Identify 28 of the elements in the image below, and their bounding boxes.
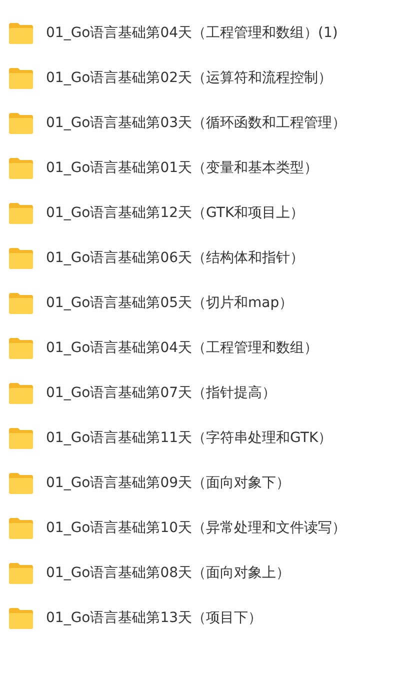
- folder-icon: [8, 516, 34, 540]
- folder-name[interactable]: 01_Go语言基础第12天（GTK和项目上）: [46, 202, 304, 224]
- folder-name[interactable]: 01_Go语言基础第06天（结构体和指针）: [46, 248, 304, 268]
- folder-name[interactable]: 01_Go语言基础第04天（工程管理和数组）(1): [46, 22, 338, 44]
- folder-icon: [8, 426, 34, 450]
- folder-name[interactable]: 01_Go语言基础第04天（工程管理和数组）: [46, 338, 318, 358]
- folder-icon: [8, 606, 34, 630]
- folder-icon: [8, 156, 34, 180]
- folder-name[interactable]: 01_Go语言基础第01天（变量和基本类型）: [46, 158, 318, 178]
- folder-icon: [8, 336, 34, 360]
- folder-name[interactable]: 01_Go语言基础第13天（项目下）: [46, 608, 262, 628]
- folder-icon: [8, 111, 34, 135]
- folder-name[interactable]: 01_Go语言基础第08天（面向对象上）: [46, 562, 290, 584]
- folder-icon: [8, 471, 34, 495]
- folder-name[interactable]: 01_Go语言基础第11天（字符串处理和GTK）: [46, 428, 332, 448]
- folder-icon: [8, 21, 34, 45]
- folder-icon: [8, 381, 34, 405]
- folder-icon: [8, 66, 34, 90]
- folder-icon: [8, 201, 34, 225]
- folder-name[interactable]: 01_Go语言基础第09天（面向对象下）: [46, 472, 290, 494]
- folder-icon: [8, 561, 34, 585]
- folder-name[interactable]: 01_Go语言基础第10天（异常处理和文件读写）: [46, 518, 346, 538]
- folder-name[interactable]: 01_Go语言基础第02天（运算符和流程控制）: [46, 68, 332, 88]
- folder-name[interactable]: 01_Go语言基础第03天（循环函数和工程管理）: [46, 112, 346, 134]
- folder-name[interactable]: 01_Go语言基础第05天（切片和map）: [46, 292, 294, 314]
- folder-icon: [8, 291, 34, 315]
- folder-icon: [8, 246, 34, 270]
- folder-name[interactable]: 01_Go语言基础第07天（指针提高）: [46, 382, 276, 404]
